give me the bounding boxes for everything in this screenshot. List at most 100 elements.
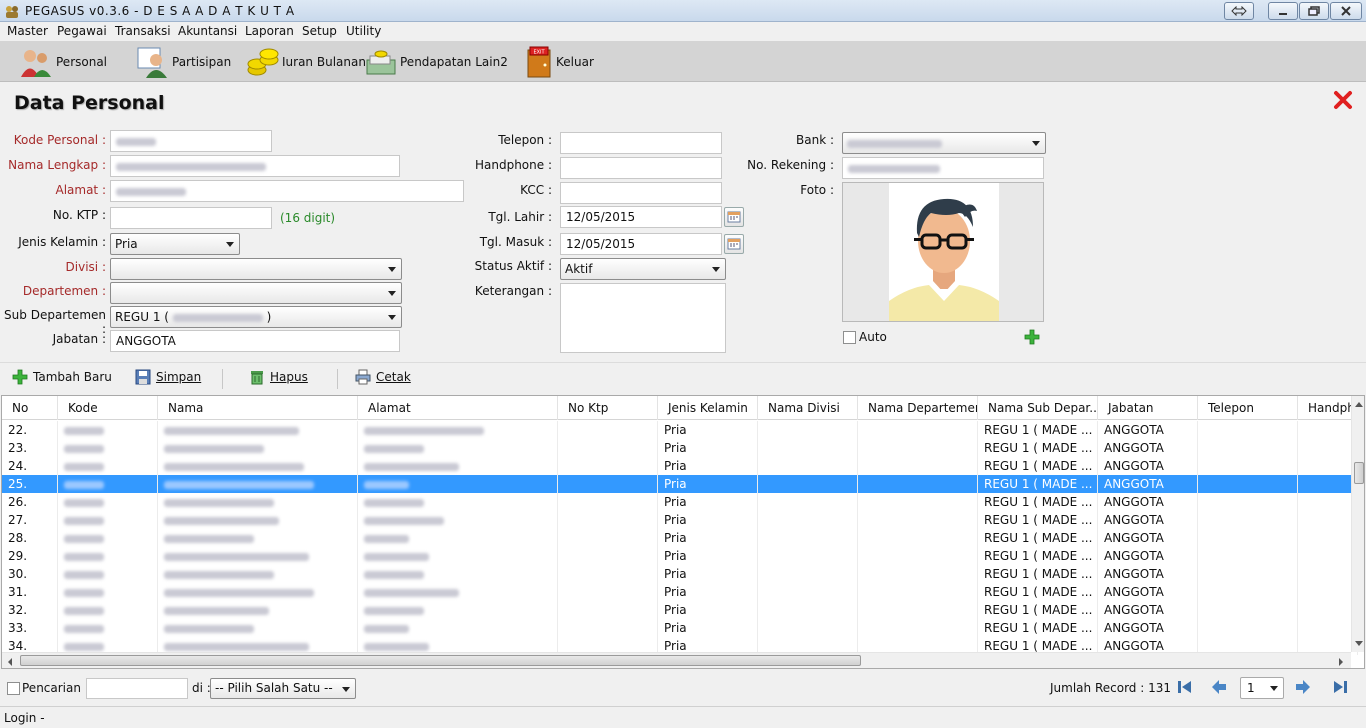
- scroll-down-icon[interactable]: [1354, 640, 1364, 648]
- personal-button[interactable]: Personal: [18, 45, 107, 78]
- column-header[interactable]: Nama Divisi: [758, 396, 858, 420]
- table-row[interactable]: 25. Pria REGU 1 ( MADE ... ANGGOTA: [2, 475, 1358, 493]
- kcc-input[interactable]: [560, 182, 722, 204]
- keluar-button[interactable]: EXIT Keluar: [524, 45, 594, 78]
- column-header[interactable]: Nama Sub Depar...: [978, 396, 1098, 420]
- column-header[interactable]: Telepon: [1198, 396, 1298, 420]
- no-rekening-input[interactable]: [842, 157, 1044, 179]
- cell-empty: [1298, 421, 1358, 439]
- redacted-text: [64, 588, 104, 597]
- hapus-button[interactable]: Hapus: [249, 369, 308, 385]
- tambah-baru-label: Tambah Baru: [33, 370, 112, 384]
- menu-akuntansi[interactable]: Akuntansi: [178, 24, 237, 38]
- restore-window-icon[interactable]: [1224, 2, 1254, 20]
- cell-jabatan: ANGGOTA: [1098, 511, 1198, 529]
- previous-page-icon[interactable]: [1210, 678, 1228, 696]
- cell-redacted: [358, 439, 558, 457]
- tgl-lahir-input[interactable]: 12/05/2015: [560, 206, 722, 228]
- kode-personal-input[interactable]: [110, 130, 272, 152]
- pencarian-checkbox[interactable]: [7, 682, 20, 695]
- divisi-select[interactable]: [110, 258, 402, 280]
- table-row[interactable]: 26. Pria REGU 1 ( MADE ... ANGGOTA: [2, 493, 1358, 511]
- menu-setup[interactable]: Setup: [302, 24, 337, 38]
- sub-departemen-select[interactable]: REGU 1 ( ): [110, 306, 402, 328]
- table-row[interactable]: 23. Pria REGU 1 ( MADE ... ANGGOTA: [2, 439, 1358, 457]
- column-header[interactable]: Kode: [58, 396, 158, 420]
- table-row[interactable]: 24. Pria REGU 1 ( MADE ... ANGGOTA: [2, 457, 1358, 475]
- departemen-select[interactable]: [110, 282, 402, 304]
- menu-master[interactable]: Master: [7, 24, 48, 38]
- menu-utility[interactable]: Utility: [346, 24, 381, 38]
- cell-jenis-kelamin: Pria: [658, 583, 758, 601]
- page-select[interactable]: 1: [1240, 677, 1284, 699]
- table-row[interactable]: 27. Pria REGU 1 ( MADE ... ANGGOTA: [2, 511, 1358, 529]
- status-aktif-select[interactable]: Aktif: [560, 258, 726, 280]
- simpan-label: Simpan: [156, 370, 202, 384]
- table-row[interactable]: 33. Pria REGU 1 ( MADE ... ANGGOTA: [2, 619, 1358, 637]
- cell-empty: [558, 439, 658, 457]
- scroll-left-icon[interactable]: [6, 657, 14, 667]
- column-header[interactable]: Alamat: [358, 396, 558, 420]
- column-header[interactable]: Nama Departemen: [858, 396, 978, 420]
- cell-empty: [1198, 601, 1298, 619]
- partisipan-button[interactable]: Partisipan: [136, 45, 231, 78]
- alamat-input[interactable]: [110, 180, 464, 202]
- telepon-input[interactable]: [560, 132, 722, 154]
- column-header[interactable]: Jenis Kelamin: [658, 396, 758, 420]
- add-photo-icon[interactable]: [1024, 329, 1040, 345]
- simpan-button[interactable]: Simpan: [135, 369, 201, 385]
- close-icon[interactable]: [1333, 90, 1353, 110]
- table-row[interactable]: 28. Pria REGU 1 ( MADE ... ANGGOTA: [2, 529, 1358, 547]
- tambah-baru-button[interactable]: Tambah Baru: [12, 369, 112, 385]
- next-page-icon[interactable]: [1294, 678, 1312, 696]
- scroll-right-icon[interactable]: [1337, 657, 1345, 667]
- redacted-text: [64, 462, 104, 471]
- column-header[interactable]: Jabatan: [1098, 396, 1198, 420]
- cell-sub-departemen: REGU 1 ( MADE ...: [978, 583, 1098, 601]
- tgl-masuk-input[interactable]: 12/05/2015: [560, 233, 722, 255]
- vertical-scrollbar[interactable]: [1351, 396, 1364, 652]
- cell-empty: [758, 583, 858, 601]
- jabatan-input[interactable]: ANGGOTA: [110, 330, 400, 352]
- pencarian-input[interactable]: [86, 678, 188, 699]
- first-page-icon[interactable]: [1176, 678, 1194, 696]
- scroll-up-icon[interactable]: [1354, 400, 1364, 408]
- horizontal-scroll-thumb[interactable]: [20, 655, 861, 666]
- pencarian-field-select[interactable]: -- Pilih Salah Satu --: [210, 678, 356, 699]
- menu-laporan[interactable]: Laporan: [245, 24, 294, 38]
- bank-select[interactable]: [842, 132, 1046, 154]
- tgl-masuk-calendar-icon[interactable]: [724, 234, 744, 254]
- cell-redacted: [158, 529, 358, 547]
- nama-lengkap-input[interactable]: [110, 155, 400, 177]
- column-header[interactable]: No: [2, 396, 58, 420]
- iuran-bulanan-button[interactable]: Iuran Bulanan: [246, 45, 366, 78]
- table-row[interactable]: 22. Pria REGU 1 ( MADE ... ANGGOTA: [2, 421, 1358, 439]
- cetak-button[interactable]: Cetak: [355, 369, 411, 385]
- table-row[interactable]: 29. Pria REGU 1 ( MADE ... ANGGOTA: [2, 547, 1358, 565]
- menu-pegawai[interactable]: Pegawai: [57, 24, 107, 38]
- cell-redacted: [358, 511, 558, 529]
- pendapatan-lain-button[interactable]: Pendapatan Lain2: [364, 45, 508, 78]
- handphone-input[interactable]: [560, 157, 722, 179]
- table-row[interactable]: 32. Pria REGU 1 ( MADE ... ANGGOTA: [2, 601, 1358, 619]
- jenis-kelamin-select[interactable]: Pria: [110, 233, 240, 255]
- table-row[interactable]: 31. Pria REGU 1 ( MADE ... ANGGOTA: [2, 583, 1358, 601]
- close-window-button[interactable]: [1330, 2, 1362, 20]
- table-row[interactable]: 30. Pria REGU 1 ( MADE ... ANGGOTA: [2, 565, 1358, 583]
- menu-transaksi[interactable]: Transaksi: [115, 24, 171, 38]
- tgl-lahir-calendar-icon[interactable]: [724, 207, 744, 227]
- no-ktp-input[interactable]: [110, 207, 272, 229]
- photo-frame[interactable]: [842, 182, 1044, 322]
- cell-sub-departemen: REGU 1 ( MADE ...: [978, 493, 1098, 511]
- column-header[interactable]: No Ktp: [558, 396, 658, 420]
- column-header[interactable]: Nama: [158, 396, 358, 420]
- auto-checkbox[interactable]: [843, 331, 856, 344]
- vertical-scroll-thumb[interactable]: [1354, 462, 1364, 484]
- minimize-button[interactable]: [1268, 2, 1298, 20]
- keterangan-textarea[interactable]: [560, 283, 726, 353]
- horizontal-scrollbar[interactable]: [2, 652, 1351, 668]
- redacted-text: [164, 570, 274, 579]
- last-page-icon[interactable]: [1331, 678, 1349, 696]
- maximize-button[interactable]: [1299, 2, 1329, 20]
- column-header[interactable]: Handph: [1298, 396, 1358, 420]
